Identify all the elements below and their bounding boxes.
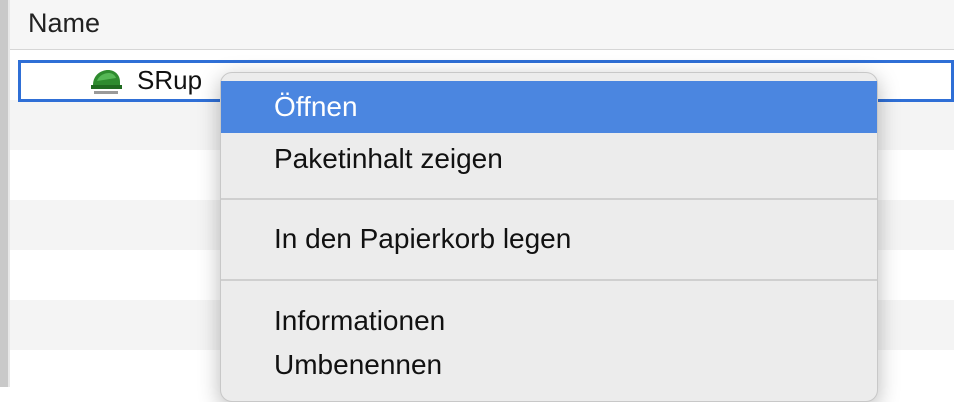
menu-item-rename[interactable]: Umbenennen: [221, 339, 877, 391]
menu-item-show-package-contents[interactable]: Paketinhalt zeigen: [221, 133, 877, 185]
context-menu: Öffnen Paketinhalt zeigen In den Papierk…: [220, 72, 878, 402]
file-name: SRup: [137, 65, 203, 95]
menu-item-open[interactable]: Öffnen: [221, 81, 877, 133]
window-left-border: [0, 0, 10, 387]
menu-separator: [221, 279, 877, 281]
name-column-header[interactable]: Name: [28, 8, 100, 39]
app-icon: [89, 67, 123, 97]
menu-item-move-to-trash[interactable]: In den Papierkorb legen: [221, 213, 877, 265]
menu-separator: [221, 198, 877, 200]
list-header: Name: [10, 0, 954, 50]
